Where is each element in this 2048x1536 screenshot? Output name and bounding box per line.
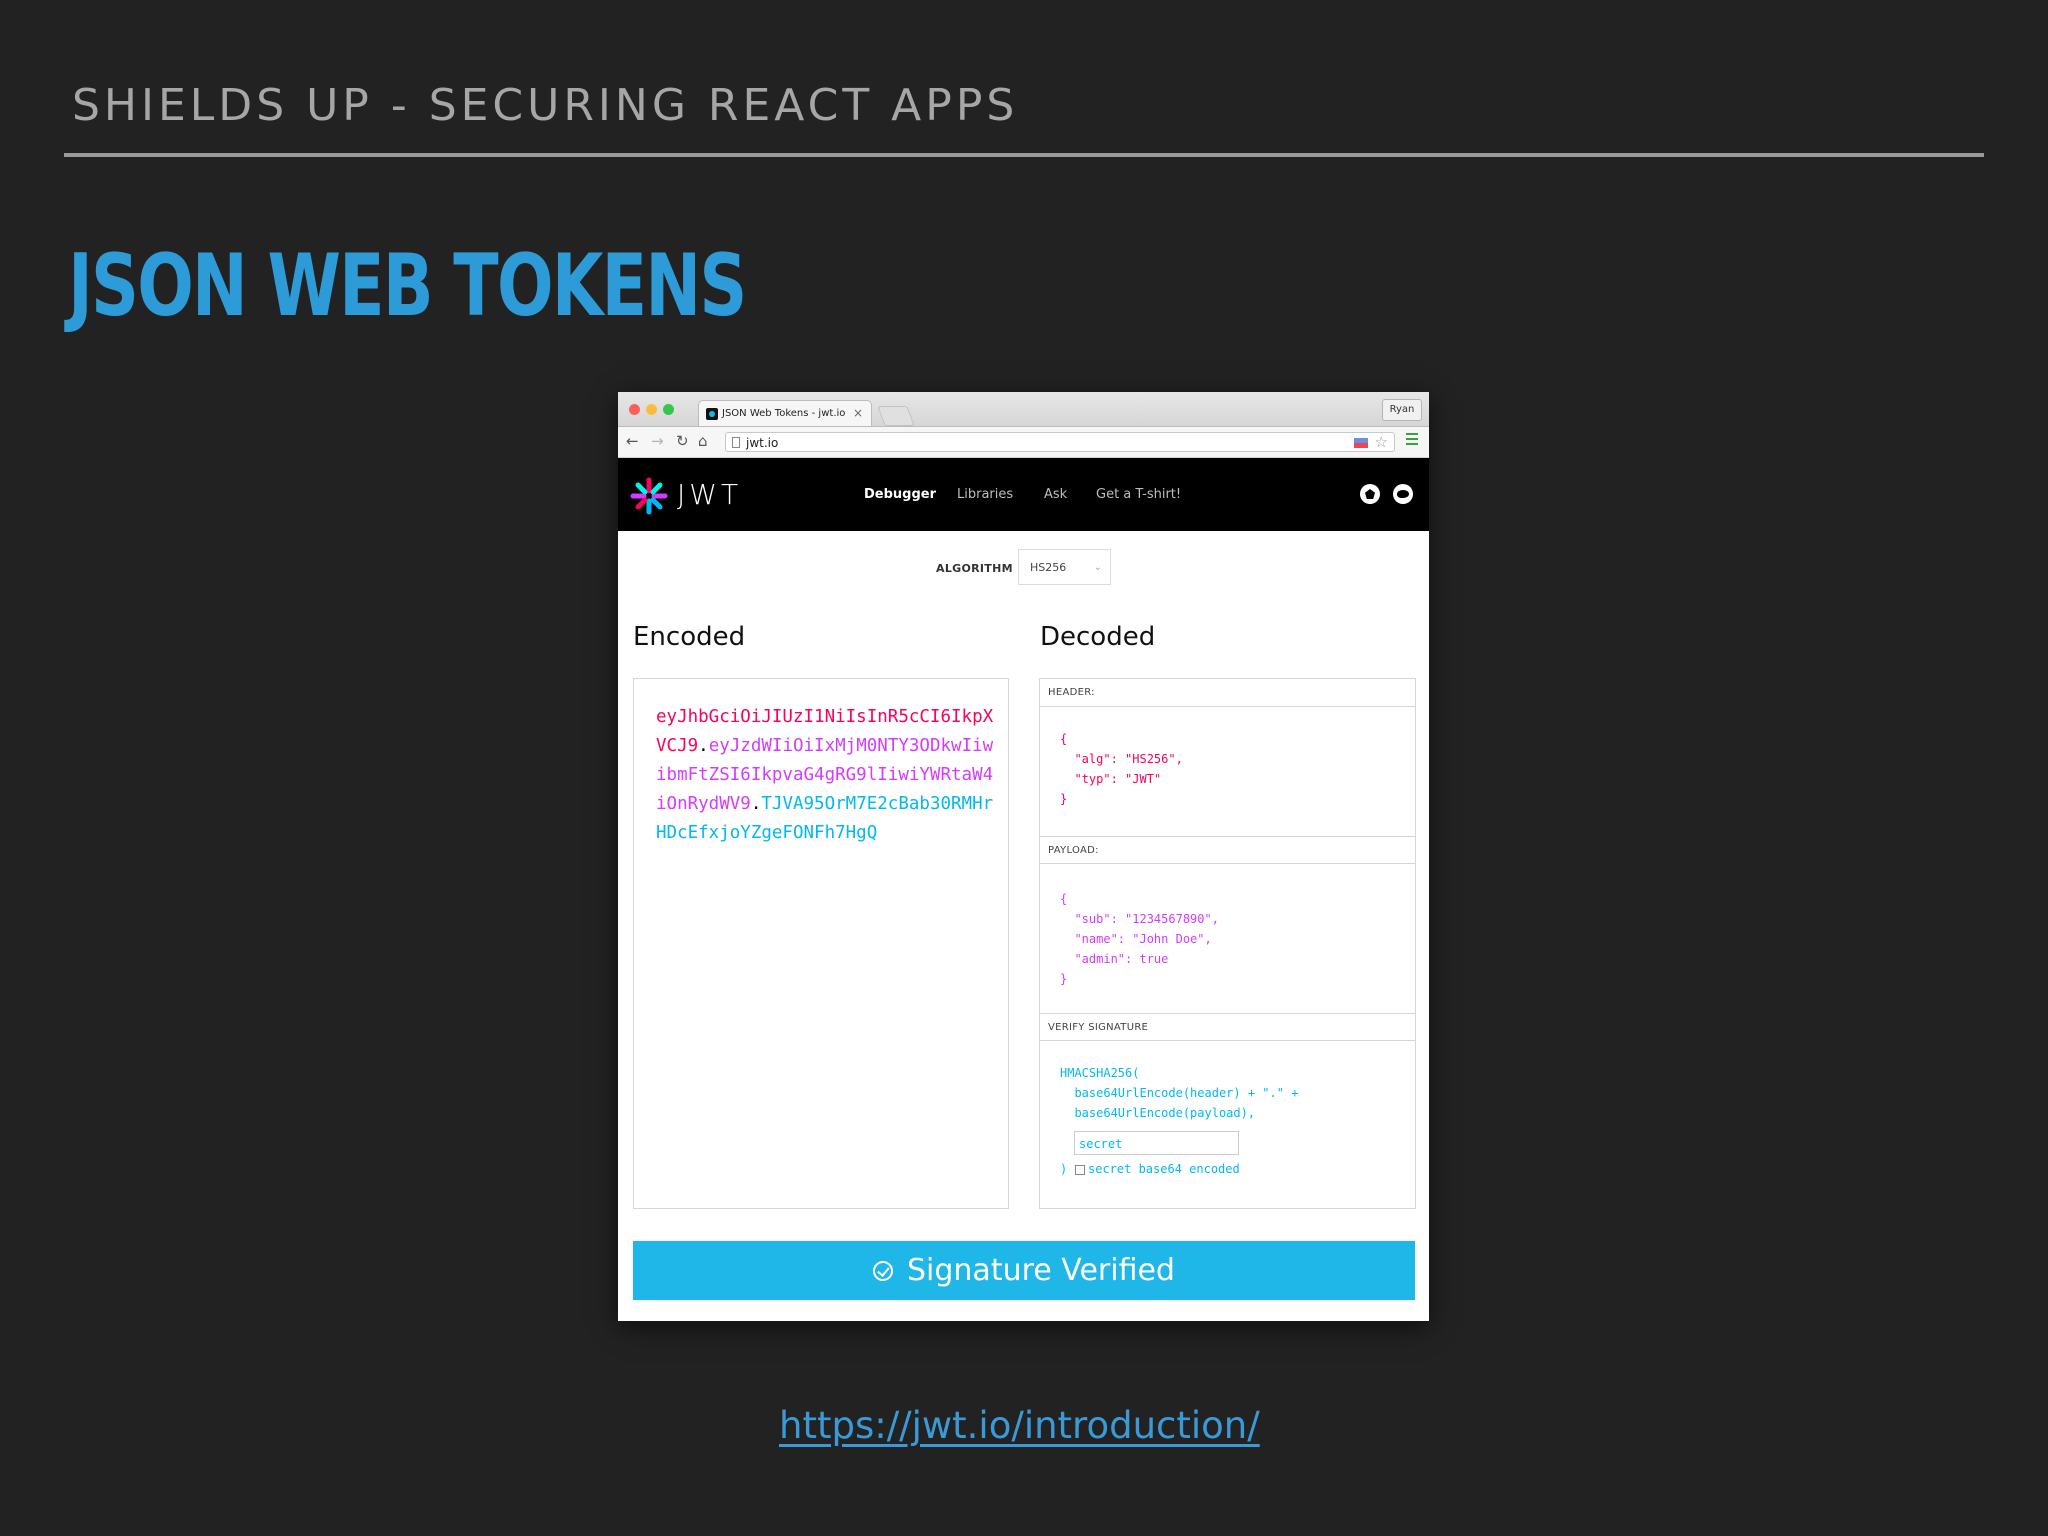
verify-close-paren: ) <box>1060 1162 1075 1176</box>
verify-signature-label: VERIFY SIGNATURE <box>1040 1013 1415 1041</box>
algorithm-value: HS256 <box>1030 561 1067 574</box>
header-divider <box>64 153 1984 157</box>
minimize-window-icon[interactable] <box>646 404 657 415</box>
token-separator: . <box>698 736 709 756</box>
auth0-icon[interactable] <box>1360 484 1380 504</box>
back-arrow-icon[interactable]: ← <box>626 432 639 450</box>
signature-verified-banner: Signature Verified <box>633 1241 1415 1300</box>
browser-tab[interactable]: JSON Web Tokens - jwt.io × <box>698 400 872 426</box>
header-section-label: HEADER: <box>1040 679 1415 707</box>
new-tab-button[interactable] <box>877 406 915 426</box>
jwt-site-navbar: JWT Debugger Libraries Ask Get a T-shirt… <box>618 458 1429 531</box>
algorithm-select[interactable]: HS256 ⌄ <box>1018 549 1111 585</box>
browser-screenshot: JSON Web Tokens - jwt.io × Ryan ← → ↻ ⌂ … <box>618 392 1429 1321</box>
encoded-title: Encoded <box>633 622 746 652</box>
tab-close-icon[interactable]: × <box>853 406 863 420</box>
jwt-logo-text[interactable]: JWT <box>677 478 742 511</box>
token-separator: . <box>750 794 762 814</box>
home-icon[interactable]: ⌂ <box>698 432 708 450</box>
nav-ask[interactable]: Ask <box>1044 487 1067 502</box>
signature-verified-label: Signature Verified <box>907 1253 1175 1288</box>
slide-title: JSON WEB TOKENS <box>68 236 747 336</box>
decoded-title: Decoded <box>1040 622 1156 652</box>
bookmark-star-icon[interactable]: ☆ <box>1375 432 1388 452</box>
url-text: jwt.io <box>746 436 779 450</box>
reload-icon[interactable]: ↻ <box>676 432 689 450</box>
forward-arrow-icon[interactable]: → <box>651 432 664 450</box>
page-icon <box>732 437 740 448</box>
maximize-window-icon[interactable] <box>663 404 674 415</box>
nav-get-tshirt[interactable]: Get a T-shirt! <box>1096 487 1181 502</box>
flag-icon[interactable] <box>1354 438 1368 448</box>
verify-signature-code: HMACSHA256( base64UrlEncode(header) + ".… <box>1060 1066 1299 1120</box>
base64-checkbox-label: secret base64 encoded <box>1088 1162 1240 1176</box>
base64-checkbox[interactable] <box>1075 1165 1085 1175</box>
check-circle-icon <box>873 1260 893 1281</box>
jwt-introduction-link[interactable]: https://jwt.io/introduction/ <box>779 1404 1260 1447</box>
close-window-icon[interactable] <box>629 404 640 415</box>
encoded-token-editor[interactable]: eyJhbGciOiJIUzI1NiIsInR5cCI6IkpXVCJ9.eyJ… <box>633 678 1009 1209</box>
decoded-panel: HEADER: { "alg": "HS256", "typ": "JWT" }… <box>1039 678 1416 1209</box>
encoded-token[interactable]: eyJhbGciOiJIUzI1NiIsInR5cCI6IkpXVCJ9.eyJ… <box>656 703 1001 848</box>
jwt-logo-icon[interactable] <box>630 477 668 515</box>
menu-icon[interactable] <box>1406 433 1418 445</box>
secret-input[interactable]: secret <box>1074 1131 1239 1155</box>
twitter-icon[interactable] <box>1393 484 1413 504</box>
payload-section-label: PAYLOAD: <box>1040 836 1415 864</box>
payload-json-editor[interactable]: { "sub": "1234567890", "name": "John Doe… <box>1060 889 1219 989</box>
header-json-editor[interactable]: { "alg": "HS256", "typ": "JWT" } <box>1060 729 1183 809</box>
chevron-down-icon: ⌄ <box>1093 562 1102 573</box>
slide-header: SHIELDS UP - SECURING REACT APPS <box>72 80 1019 131</box>
nav-debugger[interactable]: Debugger <box>864 487 936 502</box>
jwt-favicon-icon <box>706 407 718 420</box>
address-bar[interactable]: jwt.io ☆ <box>725 432 1395 452</box>
algorithm-label: ALGORITHM <box>936 562 1013 575</box>
tab-title: JSON Web Tokens - jwt.io <box>722 408 846 419</box>
browser-toolbar: ← → ↻ ⌂ jwt.io ☆ <box>618 427 1429 458</box>
nav-libraries[interactable]: Libraries <box>957 487 1013 502</box>
browser-tab-bar: JSON Web Tokens - jwt.io × Ryan <box>618 392 1429 427</box>
profile-button[interactable]: Ryan <box>1382 399 1422 421</box>
